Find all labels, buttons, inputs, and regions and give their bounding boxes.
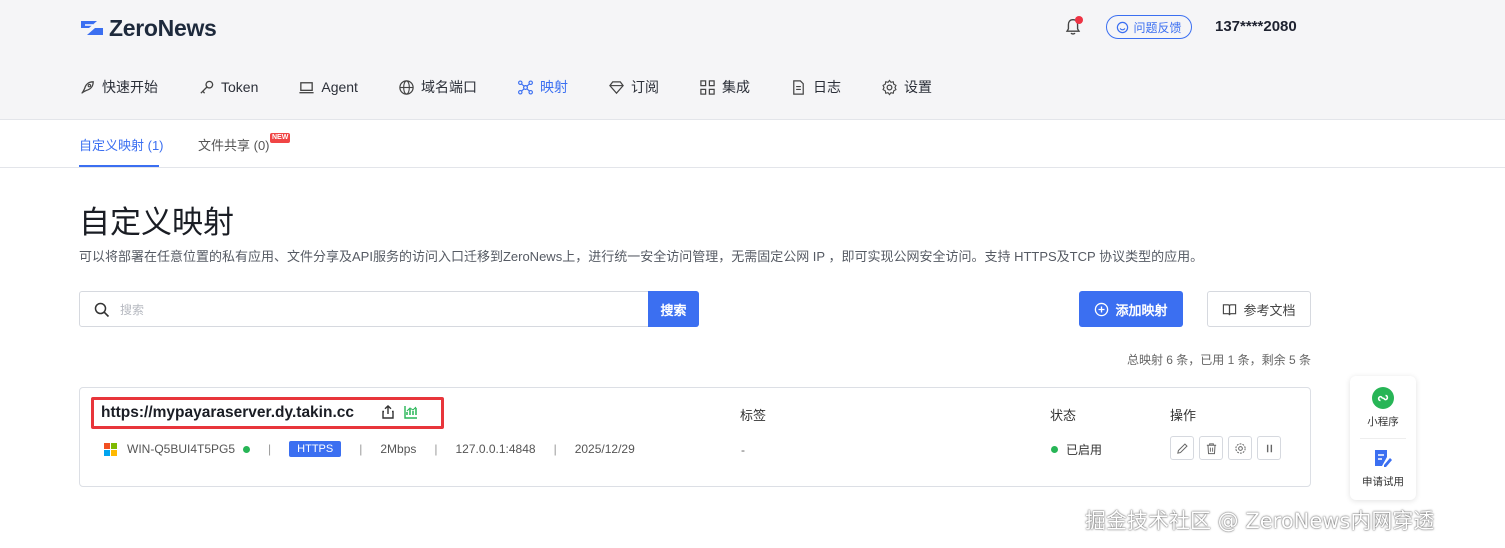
status-cell: 已启用: [1051, 441, 1102, 458]
mapping-icon: [517, 80, 533, 94]
edit-document-icon: [1375, 450, 1392, 467]
agent-online-dot: [243, 445, 251, 453]
nav-item-logs[interactable]: 日志: [790, 77, 841, 97]
rocket-icon: [81, 80, 94, 94]
nav-label: Agent: [321, 79, 358, 95]
delete-button[interactable]: [1199, 436, 1223, 460]
active-tab-indicator: [79, 165, 159, 167]
search-icon: [94, 302, 110, 318]
agent-name: WIN-Q5BUI4T5PG5: [127, 442, 236, 456]
expiry-date: 2025/12/29: [574, 442, 635, 456]
nav-label: 日志: [812, 79, 841, 95]
nav-item-settings[interactable]: 设置: [881, 77, 932, 97]
brand-name: ZeroNews: [109, 14, 217, 41]
divider: |: [359, 442, 363, 456]
apps-icon: [700, 79, 715, 95]
nav-label: Token: [221, 79, 259, 95]
floating-side-panel: 小程序 申请试用: [1350, 376, 1416, 500]
nav-item-quickstart[interactable]: 快速开始: [79, 77, 158, 97]
gear-icon: [882, 78, 897, 96]
nav-item-subscription[interactable]: 订阅: [608, 77, 659, 97]
status-text: 已启用: [1066, 443, 1103, 457]
pencil-icon: [1176, 442, 1188, 454]
zeronews-logo-icon: [81, 21, 103, 35]
search-input[interactable]: [120, 300, 640, 320]
mapping-domain-link[interactable]: https://mypayaraserver.dy.takin.cc: [101, 404, 354, 422]
brand-logo[interactable]: ZeroNews: [79, 14, 217, 42]
mapping-details: WIN-Q5BUI4T5PG5 | HTTPS | 2Mbps | 127.0.…: [104, 439, 635, 459]
nav-label: 集成: [721, 79, 750, 95]
search-button[interactable]: 搜索: [648, 291, 699, 327]
column-header-tag: 标签: [740, 408, 767, 423]
add-mapping-label: 添加映射: [1115, 302, 1168, 318]
pause-button[interactable]: [1257, 436, 1281, 460]
mini-program-button[interactable]: 小程序: [1350, 386, 1416, 429]
globe-icon: [399, 79, 414, 95]
nav-item-domain-port[interactable]: 域名端口: [398, 77, 477, 97]
user-account[interactable]: 137****2080: [1215, 18, 1297, 35]
mini-program-label: 小程序: [1367, 416, 1399, 428]
document-icon: [793, 79, 804, 95]
windows-icon: [104, 442, 117, 456]
mini-program-icon: [1372, 387, 1394, 409]
feedback-button[interactable]: 问题反馈: [1106, 15, 1192, 39]
divider: [1360, 438, 1406, 439]
target-address: 127.0.0.1:4848: [455, 442, 536, 456]
feedback-label: 问题反馈: [1133, 20, 1182, 35]
nav-label: 映射: [539, 79, 568, 95]
smile-icon: [1117, 21, 1129, 33]
nav-label: 订阅: [630, 79, 659, 95]
book-icon: [1223, 303, 1237, 315]
key-icon: [200, 80, 214, 94]
edit-button[interactable]: [1170, 436, 1194, 460]
reference-docs-button[interactable]: 参考文档: [1207, 291, 1311, 327]
top-header: ZeroNews 问题反馈 137****2080 快速开始 Token Age…: [0, 0, 1505, 120]
page-title: 自定义映射: [79, 205, 234, 240]
gear-icon: [1234, 442, 1246, 454]
row-actions: [1170, 436, 1281, 460]
nav-label: 快速开始: [102, 79, 158, 95]
mapping-quota-summary: 总映射 6 条，已用 1 条，剩余 5 条: [1126, 353, 1311, 367]
mapping-subtabs: 自定义映射 (1) 文件共享 (0) NEW: [0, 120, 1505, 168]
laptop-icon: [299, 81, 314, 93]
plus-circle-icon: [1095, 302, 1109, 316]
bandwidth-value: 2Mbps: [380, 442, 417, 456]
add-mapping-button[interactable]: 添加映射: [1079, 291, 1183, 327]
nav-item-mapping[interactable]: 映射: [517, 77, 568, 97]
tag-value: -: [741, 443, 745, 457]
apply-trial-button[interactable]: 申请试用: [1350, 448, 1416, 489]
source-watermark: 掘金技术社区 @ ZeroNews内网穿透: [1085, 509, 1435, 533]
diamond-icon: [609, 80, 624, 94]
reference-docs-label: 参考文档: [1243, 302, 1296, 318]
divider: |: [268, 442, 272, 456]
nav-item-integration[interactable]: 集成: [699, 77, 750, 97]
mapping-card: https://mypayaraserver.dy.takin.cc 标签 状态…: [79, 387, 1311, 487]
column-header-ops: 操作: [1170, 408, 1197, 423]
search-bar: 搜索: [79, 291, 699, 327]
tab-custom-mapping[interactable]: 自定义映射 (1): [79, 135, 164, 154]
status-dot: [1051, 446, 1058, 453]
share-icon[interactable]: [380, 404, 396, 420]
tab-file-share[interactable]: 文件共享 (0): [198, 135, 270, 154]
apply-trial-label: 申请试用: [1362, 476, 1404, 488]
column-header-status: 状态: [1050, 408, 1077, 423]
main-nav: 快速开始 Token Agent 域名端口 映射 订阅 集成 日志 设置: [79, 76, 972, 98]
nav-item-agent[interactable]: Agent: [298, 79, 358, 96]
trash-icon: [1206, 442, 1216, 454]
traffic-chart-icon[interactable]: [403, 404, 419, 420]
divider: |: [553, 442, 557, 456]
nav-label: 设置: [903, 79, 932, 95]
notification-dot: [1075, 16, 1083, 24]
pause-icon: [1266, 444, 1272, 452]
new-badge: NEW: [270, 133, 291, 143]
nav-item-token[interactable]: Token: [198, 79, 258, 96]
protocol-badge: HTTPS: [289, 441, 342, 457]
settings-button[interactable]: [1228, 436, 1252, 460]
divider: |: [434, 442, 438, 456]
page-description: 可以将部署在任意位置的私有应用、文件分享及API服务的访问入口迁移到ZeroNe…: [79, 249, 1204, 264]
nav-label: 域名端口: [420, 79, 477, 95]
